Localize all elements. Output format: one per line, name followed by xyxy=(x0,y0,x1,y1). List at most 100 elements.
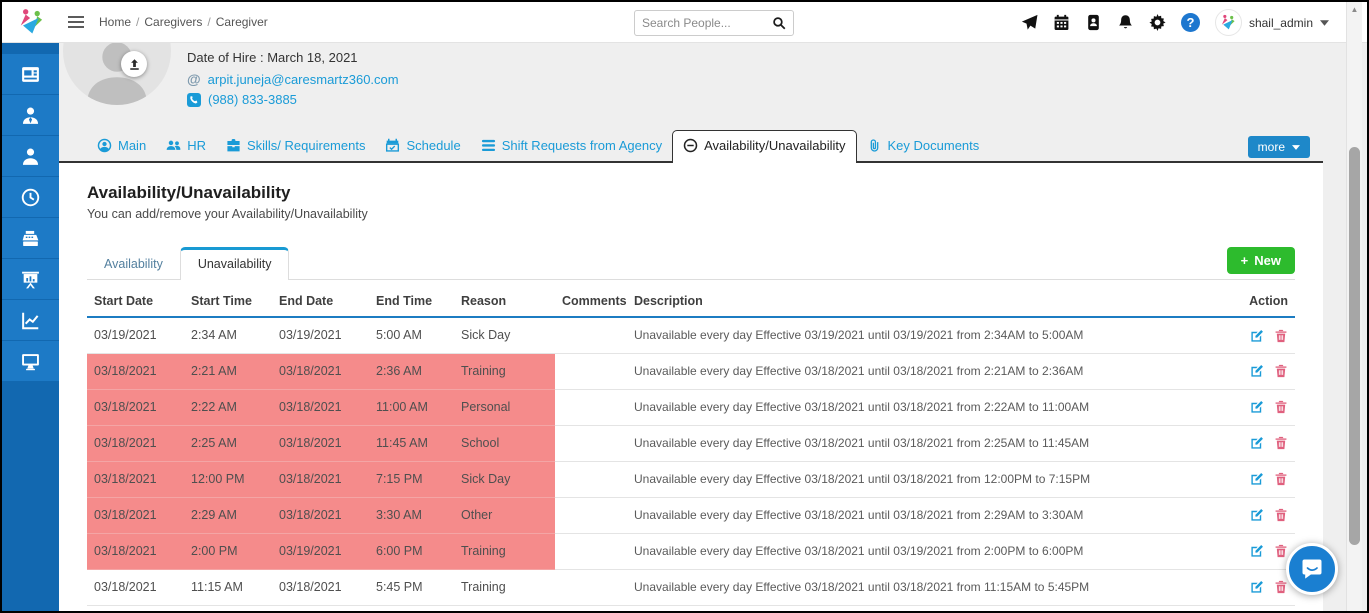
subtab-availability[interactable]: Availability xyxy=(87,249,180,279)
scroll-up-arrow[interactable]: ▲ xyxy=(1347,2,1362,16)
phone-icon xyxy=(187,93,201,107)
tab-hr[interactable]: HR xyxy=(156,131,216,161)
delete-icon[interactable] xyxy=(1274,472,1288,486)
edit-icon[interactable] xyxy=(1250,364,1264,378)
cell-description: Unavailable every day Effective 03/18/20… xyxy=(627,353,1215,389)
cell-start-time: 12:00 PM xyxy=(184,461,272,497)
sidebar-item-scheduling[interactable] xyxy=(2,177,59,217)
cell-reason: Personal xyxy=(454,389,555,425)
cell-end-date: 03/18/2021 xyxy=(272,569,369,605)
profile-tabs: Main HR Skills/ RequirementsSchedule Shift … xyxy=(59,131,1323,163)
tab-label: Shift Requests from Agency xyxy=(502,138,662,153)
cell-reason: Training xyxy=(454,353,555,389)
delete-icon[interactable] xyxy=(1274,508,1288,522)
bell-icon[interactable] xyxy=(1117,14,1134,31)
main-content: Date of Hire : March 18, 2021 @ arpit.ju… xyxy=(59,43,1323,611)
delete-icon[interactable] xyxy=(1274,580,1288,594)
cell-end-date: 03/18/2021 xyxy=(272,353,369,389)
cell-reason: Other xyxy=(454,497,555,533)
cell-start-date: 03/18/2021 xyxy=(87,389,184,425)
vertical-scrollbar[interactable]: ▲ xyxy=(1346,2,1362,611)
user-avatar xyxy=(1215,9,1242,36)
more-tabs-button[interactable]: more xyxy=(1248,136,1310,158)
delete-icon[interactable] xyxy=(1274,329,1288,343)
contact-card-icon[interactable] xyxy=(1085,14,1102,31)
tab-label: HR xyxy=(187,138,206,153)
paper-plane-icon[interactable] xyxy=(1021,14,1038,31)
search-icon[interactable] xyxy=(772,16,786,30)
sidebar-item-clients[interactable] xyxy=(2,136,59,176)
panel-subtitle: You can add/remove your Availability/Una… xyxy=(87,207,1295,221)
breadcrumb-item-home[interactable]: Home xyxy=(99,15,131,29)
cell-start-time: 11:15 AM xyxy=(184,569,272,605)
delete-icon[interactable] xyxy=(1274,436,1288,450)
phone-link[interactable]: (988) 833-3885 xyxy=(208,92,297,107)
scrollbar-thumb[interactable] xyxy=(1349,147,1360,545)
edit-icon[interactable] xyxy=(1250,508,1264,522)
hamburger-menu-icon[interactable] xyxy=(67,15,85,29)
edit-icon[interactable] xyxy=(1250,472,1264,486)
tab-label: Main xyxy=(118,138,146,153)
sidebar-item-billing[interactable] xyxy=(2,218,59,258)
tab-skills-requirements[interactable]: Skills/ Requirements xyxy=(216,131,376,161)
app-logo[interactable] xyxy=(2,2,59,43)
cell-action xyxy=(1215,533,1295,569)
subtab-unavailability[interactable]: Unavailability xyxy=(180,247,290,280)
cell-description: Unavailable every day Effective 03/18/20… xyxy=(627,569,1215,605)
delete-icon[interactable] xyxy=(1274,544,1288,558)
sidebar-item-monitoring[interactable] xyxy=(2,341,59,381)
table-row: 03/18/20212:25 AM03/18/202111:45 AMSchoo… xyxy=(87,425,1295,461)
tab-shift-requests-from-agency[interactable]: Shift Requests from Agency xyxy=(471,131,672,161)
calendar-icon[interactable] xyxy=(1053,14,1070,31)
delete-icon[interactable] xyxy=(1274,364,1288,378)
edit-icon[interactable] xyxy=(1250,436,1264,450)
breadcrumb-item-caregivers[interactable]: Caregivers xyxy=(144,15,202,29)
cell-start-time: 2:29 AM xyxy=(184,497,272,533)
delete-icon[interactable] xyxy=(1274,400,1288,414)
cell-start-time: 2:22 AM xyxy=(184,389,272,425)
chat-widget-button[interactable] xyxy=(1286,543,1338,595)
dashboard-icon xyxy=(20,64,41,85)
caresmartz-logo-icon xyxy=(14,6,48,38)
calendar-check-icon xyxy=(385,138,400,153)
cell-description: Unavailable every day Effective 03/18/20… xyxy=(627,533,1215,569)
tab-key-documents[interactable]: Key Documents xyxy=(857,131,990,161)
email-icon: @ xyxy=(187,71,201,87)
sidebar-item-caregivers[interactable] xyxy=(2,95,59,135)
cell-action xyxy=(1215,353,1295,389)
presentation-icon xyxy=(20,269,41,290)
edit-icon[interactable] xyxy=(1250,400,1264,414)
user-menu[interactable]: shail_admin xyxy=(1215,9,1329,36)
username: shail_admin xyxy=(1249,16,1313,30)
help-icon[interactable]: ? xyxy=(1181,13,1200,32)
tab-availability-unavailability[interactable]: Availability/Unavailability xyxy=(672,130,856,163)
column-header-reason: Reason xyxy=(454,286,555,317)
search-input[interactable] xyxy=(642,16,772,30)
sidebar-item-reports[interactable] xyxy=(2,300,59,340)
new-button[interactable]: + New xyxy=(1227,247,1295,274)
tab-schedule[interactable]: Schedule xyxy=(375,131,470,161)
sidebar-item-dashboard[interactable] xyxy=(2,54,59,94)
cell-comments xyxy=(555,317,627,353)
gear-icon[interactable] xyxy=(1149,14,1166,31)
tab-main[interactable]: Main xyxy=(87,131,156,161)
billing-icon xyxy=(20,228,41,249)
edit-icon[interactable] xyxy=(1250,580,1264,594)
upload-photo-button[interactable] xyxy=(121,51,147,77)
cell-end-date: 03/18/2021 xyxy=(272,389,369,425)
availability-subtabs: AvailabilityUnavailability + New xyxy=(87,247,1295,280)
column-header-description: Description xyxy=(627,286,1215,317)
tab-label: Key Documents xyxy=(888,138,980,153)
cell-action xyxy=(1215,461,1295,497)
table-row: 03/18/20212:29 AM03/18/20213:30 AMOtherU… xyxy=(87,497,1295,533)
sidebar-item-training[interactable] xyxy=(2,259,59,299)
date-of-hire: Date of Hire : March 18, 2021 xyxy=(187,50,399,65)
list-icon xyxy=(481,138,496,153)
edit-icon[interactable] xyxy=(1250,329,1264,343)
email-link[interactable]: arpit.juneja@caresmartz360.com xyxy=(208,72,399,87)
top-header: Home/Caregivers/Caregiver ? shail_admin xyxy=(2,2,1367,43)
edit-icon[interactable] xyxy=(1250,544,1264,558)
cell-start-time: 2:00 PM xyxy=(184,533,272,569)
cell-start-date: 03/18/2021 xyxy=(87,497,184,533)
column-header-action: Action xyxy=(1215,286,1295,317)
